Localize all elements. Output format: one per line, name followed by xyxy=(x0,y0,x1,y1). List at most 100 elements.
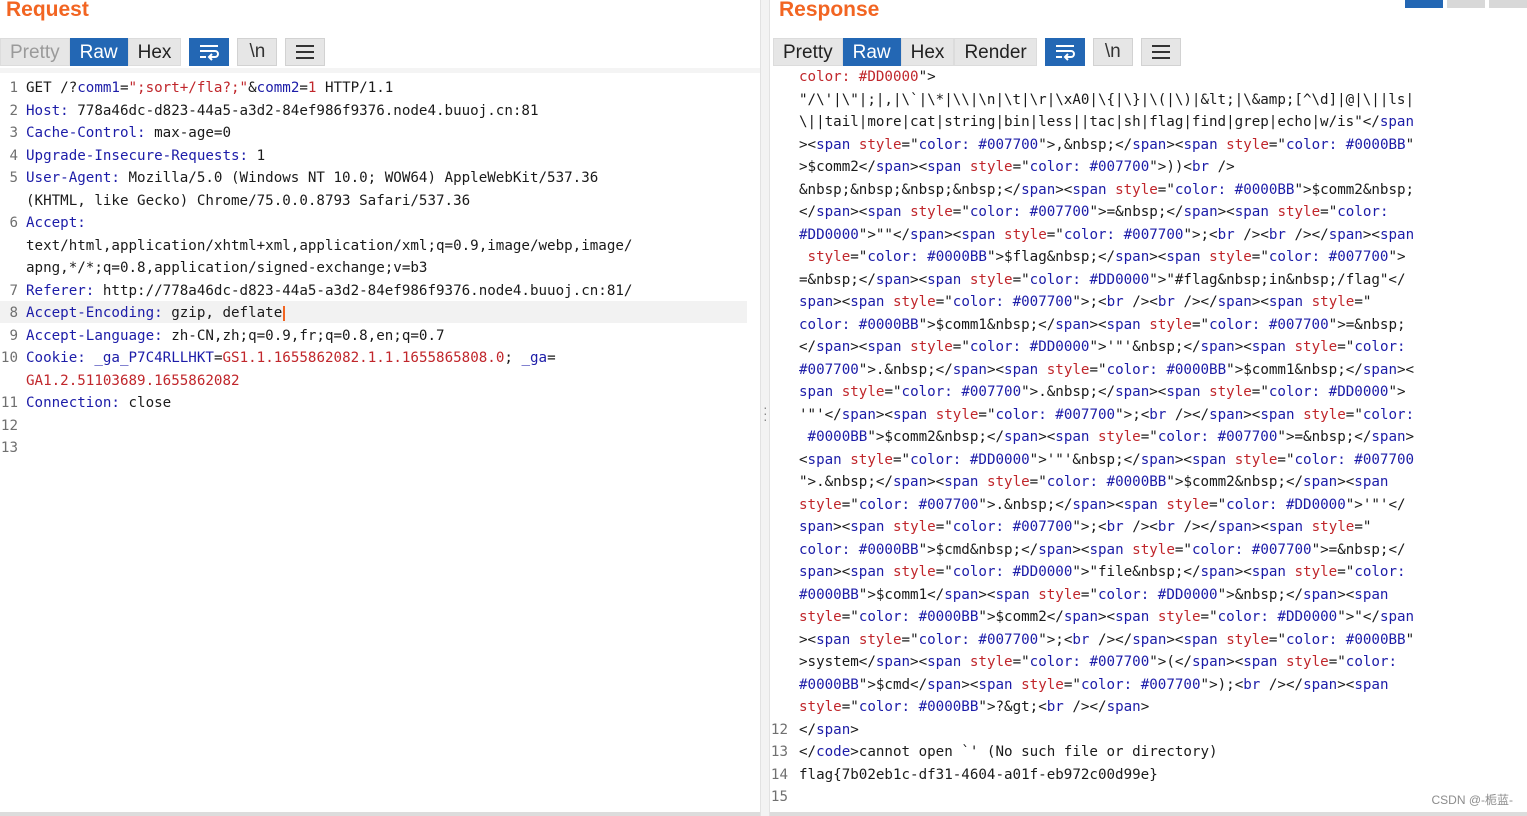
code-token: ; xyxy=(504,350,522,366)
tab-raw[interactable]: Raw xyxy=(69,38,128,66)
code-token: >< xyxy=(1217,204,1235,220)
code-token: span xyxy=(1303,676,1338,693)
code-token: span xyxy=(799,564,834,580)
tab-pretty[interactable]: Pretty xyxy=(773,38,843,66)
code-token: >< xyxy=(833,519,851,535)
tab-render[interactable]: Render xyxy=(954,38,1037,66)
code-token: =" xyxy=(1277,451,1295,468)
code-token: span xyxy=(841,406,876,423)
code-line: Accept-Encoding: gzip, deflate xyxy=(26,305,286,321)
code-token: br xyxy=(1157,294,1175,310)
code-token: >< xyxy=(799,136,817,153)
code-token: span xyxy=(1183,631,1218,648)
code-token: =" xyxy=(1140,429,1158,445)
code-token: _ga_P7C4RLLHKT xyxy=(94,350,214,366)
menu-button[interactable] xyxy=(1140,38,1181,66)
code-token: =" xyxy=(841,496,859,513)
code-token: style xyxy=(1004,226,1047,243)
code-token: style xyxy=(910,339,953,355)
code-token: style xyxy=(1157,609,1201,625)
code-token: ">$comm2&nbsp;</ xyxy=(867,429,1005,445)
code-token: span xyxy=(867,204,902,220)
code-token: GS1.1.1655862082.1.1.1655865808.0 xyxy=(222,350,505,366)
wrap-lines-button[interactable] xyxy=(189,38,230,66)
layout-horizontal-button[interactable] xyxy=(1447,0,1485,8)
code-token: color: #DD0000 xyxy=(969,339,1090,355)
code-token: ">.&nbsp;</ xyxy=(1021,384,1116,400)
tab-hex[interactable]: Hex xyxy=(900,38,955,66)
code-token: >< xyxy=(850,204,868,220)
wrap-lines-button[interactable] xyxy=(1044,38,1085,66)
newline-toggle-button[interactable]: \n xyxy=(1092,38,1133,66)
code-token: =" xyxy=(1012,654,1030,670)
code-token: =" xyxy=(1012,159,1030,175)
code-token: ">$comm2</ xyxy=(978,609,1064,625)
code-token: >< xyxy=(927,474,945,490)
code-token: span xyxy=(1251,564,1286,580)
code-token: User-Agent: xyxy=(26,170,120,186)
code-token: color: #007700 xyxy=(1191,541,1312,558)
code-token: ">$flag&nbsp;</ xyxy=(986,249,1116,265)
code-token: ">$comm2&nbsp;</ xyxy=(1166,474,1304,490)
code-token: < xyxy=(799,451,808,468)
code-token: >< xyxy=(1362,226,1380,243)
code-token: style xyxy=(1294,564,1338,580)
tab-hex[interactable]: Hex xyxy=(127,38,182,66)
code-token: span xyxy=(1106,316,1141,333)
code-token: flag{7b02eb1c-df31-4604-a01f-eb972c00d99… xyxy=(799,766,1158,783)
request-editor[interactable]: 1 GET /?comm1=";sort+/fla?;"&comm2=1 HTTP… xyxy=(0,78,755,478)
code-line: >system</span><span style="color: #00770… xyxy=(799,654,1397,670)
code-token: style xyxy=(1311,519,1355,535)
code-line: >$comm2</span><span style="color: #00770… xyxy=(799,159,1235,175)
code-token: color: #007700 xyxy=(1029,654,1150,670)
tab-pretty[interactable]: Pretty xyxy=(0,38,70,66)
code-token: =" xyxy=(1345,406,1363,423)
code-token: ">?&gt;< xyxy=(978,699,1047,715)
code-token: span xyxy=(1354,474,1389,490)
layout-vertical-button[interactable] xyxy=(1489,0,1527,8)
code-token: /></ xyxy=(1174,294,1218,310)
code-token: span xyxy=(1166,249,1201,265)
code-token: ">$comm1&nbsp;</ xyxy=(1226,361,1363,378)
code-token: span xyxy=(927,676,962,693)
code-token: span xyxy=(1371,429,1406,445)
code-token: span xyxy=(816,631,851,648)
code-token: span xyxy=(910,226,945,243)
response-editor[interactable]: color: #DD0000"> "/\'|\"|;|,|\`|\*|\\|\n|… xyxy=(770,68,1525,808)
code-token: span xyxy=(1132,136,1167,153)
code-token: span xyxy=(1106,699,1141,715)
code-token: ">=&nbsp;</ xyxy=(1311,541,1406,558)
code-token: span xyxy=(850,564,885,580)
tab-raw[interactable]: Raw xyxy=(842,38,901,66)
code-token: color: #DD0000 xyxy=(952,564,1073,580)
panel-resize-handle[interactable]: · · · xyxy=(760,0,770,816)
code-line: span style="color: #007700">.&nbsp;</spa… xyxy=(799,384,1406,400)
line-number: 12 xyxy=(0,417,18,434)
code-line: Accept-Language: zh-CN,zh;q=0.9,fr;q=0.8… xyxy=(26,328,445,344)
code-token: "> xyxy=(918,69,936,85)
code-token: br xyxy=(1106,294,1124,310)
code-token: >system</ xyxy=(799,654,876,670)
newline-toggle-button[interactable]: \n xyxy=(237,38,278,66)
code-line: style="color: #007700">.&nbsp;</span><sp… xyxy=(799,497,1406,513)
code-token: >< xyxy=(961,676,979,693)
code-token: &nbsp;&nbsp;&nbsp;&nbsp;</ xyxy=(799,181,1022,198)
code-token: =" xyxy=(841,699,859,715)
code-token: ">$comm1&nbsp;</ xyxy=(918,316,1056,333)
code-token: Accept: xyxy=(26,215,86,231)
menu-button[interactable] xyxy=(285,38,326,66)
code-token: ">$cmd</ xyxy=(858,676,928,693)
code-token: ">$comm1</ xyxy=(858,586,945,603)
code-token: /></ xyxy=(1089,631,1133,648)
code-token: span xyxy=(1166,384,1201,400)
code-token: >< xyxy=(978,586,996,603)
code-line: text/html,application/xhtml+xml,applicat… xyxy=(26,238,632,254)
layout-split-button[interactable] xyxy=(1405,0,1443,8)
code-token: color: xyxy=(1354,564,1406,580)
code-token: >cannot open `' (No such file or directo… xyxy=(850,744,1218,760)
